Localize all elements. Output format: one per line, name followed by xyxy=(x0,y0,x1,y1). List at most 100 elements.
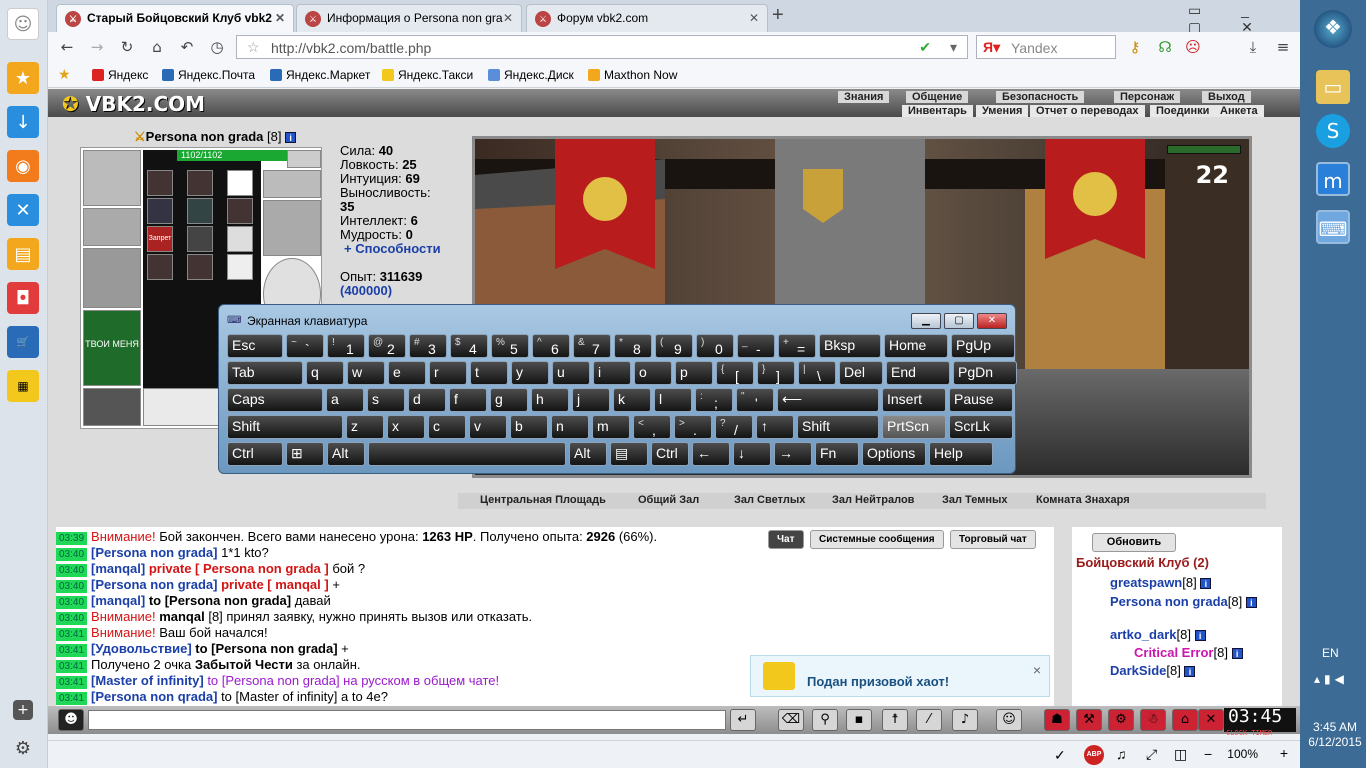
check-icon[interactable]: ✓ xyxy=(1054,747,1066,764)
online-user[interactable]: Critical Error[8] i xyxy=(1134,645,1243,660)
key[interactable]: Bksp xyxy=(819,334,881,358)
bookmark-yandex[interactable]: Яндекс xyxy=(92,68,148,82)
key[interactable]: ^ 6 xyxy=(532,334,570,358)
info-icon[interactable]: i xyxy=(1184,666,1196,677)
key[interactable]: Caps xyxy=(227,388,323,412)
key[interactable]: Alt xyxy=(327,442,365,466)
tray-icons[interactable]: ▴▮◀ xyxy=(1314,672,1348,686)
chat-nickname[interactable]: [Persona non grada] xyxy=(91,577,217,592)
ban-slot[interactable]: Запрет xyxy=(147,226,173,252)
refresh-button[interactable]: Обновить xyxy=(1092,533,1176,552)
window-controls[interactable]: ▭ _ ▢ ✕ xyxy=(1188,2,1300,36)
close-button[interactable]: ✕ xyxy=(977,313,1007,329)
key[interactable]: $4 xyxy=(450,334,488,358)
menu-communication[interactable]: Общение xyxy=(906,91,969,103)
menu-skills[interactable]: Умения xyxy=(976,105,1029,117)
menu-inventory[interactable]: Инвентарь xyxy=(902,105,973,117)
key[interactable]: v xyxy=(469,415,507,439)
key[interactable]: y xyxy=(511,361,549,385)
back-arrow-icon[interactable]: ← xyxy=(58,38,76,56)
menu-duels[interactable]: Поединки xyxy=(1150,105,1216,117)
chat-timestamp[interactable]: 03:41 xyxy=(56,644,88,657)
key[interactable]: q xyxy=(306,361,344,385)
adblock-face-icon[interactable]: ☹ xyxy=(1184,38,1202,56)
key[interactable]: Help xyxy=(929,442,993,466)
chat-nickname[interactable]: [manqal] xyxy=(91,593,145,608)
ring-slot-3[interactable] xyxy=(227,170,253,196)
key[interactable]: Insert xyxy=(882,388,946,412)
chat-timestamp[interactable]: 03:40 xyxy=(56,548,88,561)
key[interactable]: Tab xyxy=(227,361,303,385)
online-user[interactable]: DarkSide[8] i xyxy=(1110,663,1196,678)
close-tab-icon[interactable]: ✕ xyxy=(275,11,285,25)
toolbar-item-3-icon[interactable]: ⚙ xyxy=(1108,709,1134,731)
pants-slot[interactable] xyxy=(227,254,253,280)
scroll-slot-4[interactable] xyxy=(187,226,213,252)
notes-icon[interactable]: ▤ xyxy=(7,238,39,270)
send-enter-icon[interactable]: ↵ xyxy=(730,709,756,731)
necklace-slot[interactable] xyxy=(263,170,321,198)
smiley-icon[interactable]: ☺ xyxy=(7,8,39,40)
zoom-in-icon[interactable]: + xyxy=(1280,745,1288,761)
key[interactable]: PgDn xyxy=(953,361,1017,385)
chat-timestamp[interactable]: 03:40 xyxy=(56,580,88,593)
key[interactable]: s xyxy=(367,388,405,412)
key[interactable]: → xyxy=(774,442,812,466)
room-neutral-hall[interactable]: Зал Нейтралов xyxy=(832,494,914,506)
key[interactable]: ⟵ xyxy=(777,388,879,412)
bookmark-star-icon[interactable]: ☆ xyxy=(247,39,260,56)
key[interactable]: k xyxy=(613,388,651,412)
maximize-button[interactable]: ▢ xyxy=(944,313,974,329)
key[interactable]: + = xyxy=(778,334,816,358)
fight-icon[interactable]: ☨ xyxy=(882,709,908,731)
key[interactable]: Pause xyxy=(949,388,1013,412)
tab-vbk2-battle[interactable]: ⚔ Старый Бойцовский Клуб vbk2 ✕ xyxy=(56,4,294,32)
key[interactable]: " ' xyxy=(736,388,774,412)
favorites-star-icon[interactable]: ★ xyxy=(7,62,39,94)
key[interactable]: ↓ xyxy=(733,442,771,466)
key[interactable]: }] xyxy=(757,361,795,385)
key[interactable]: Shift xyxy=(797,415,879,439)
key[interactable]: ) 0 xyxy=(696,334,734,358)
key[interactable]: @2 xyxy=(368,334,406,358)
chat-timestamp[interactable]: 03:41 xyxy=(56,628,88,641)
belt-slot[interactable] xyxy=(83,388,141,426)
key[interactable]: g xyxy=(490,388,528,412)
undo-close-icon[interactable]: ↶ xyxy=(178,38,196,56)
key[interactable]: e xyxy=(388,361,426,385)
key[interactable]: Ctrl xyxy=(651,442,689,466)
bracers-slot[interactable] xyxy=(83,208,141,246)
key[interactable]: p xyxy=(675,361,713,385)
key[interactable]: z xyxy=(346,415,384,439)
key[interactable]: Shift xyxy=(227,415,343,439)
chat-timestamp[interactable]: 03:39 xyxy=(56,532,88,545)
reload-icon[interactable]: ↻ xyxy=(118,38,136,56)
key[interactable]: j xyxy=(572,388,610,412)
download-manager-icon[interactable]: ⤓ xyxy=(1244,38,1262,56)
key[interactable]: #3 xyxy=(409,334,447,358)
scroll-slot-6[interactable] xyxy=(147,254,173,280)
key[interactable]: <, xyxy=(633,415,671,439)
zoom-out-icon[interactable]: − xyxy=(1204,746,1212,762)
key[interactable]: Fn xyxy=(815,442,859,466)
key[interactable]: {[ xyxy=(716,361,754,385)
ring-slot-2[interactable] xyxy=(187,170,213,196)
key[interactable]: _ - xyxy=(737,334,775,358)
save-disk-icon[interactable]: ▪ xyxy=(846,709,872,731)
games-icon[interactable]: ◘ xyxy=(7,282,39,314)
zoom-level[interactable]: 100% xyxy=(1227,747,1258,761)
menu-hamburger-icon[interactable]: ≡ xyxy=(1274,38,1292,56)
tab-trade-chat[interactable]: Торговый чат xyxy=(950,530,1036,549)
bookmark-maxthon-now[interactable]: Maxthon Now xyxy=(588,68,677,82)
toolbar-item-1-icon[interactable]: ☗ xyxy=(1044,709,1070,731)
input-language[interactable]: EN xyxy=(1322,646,1339,660)
key[interactable]: (9 xyxy=(655,334,693,358)
taxi-icon[interactable]: ▦ xyxy=(7,370,39,402)
weapon-slot[interactable] xyxy=(83,248,141,308)
helmet-slot[interactable] xyxy=(83,150,141,206)
tab-chat[interactable]: Чат xyxy=(768,530,804,549)
start-button[interactable]: ❖ xyxy=(1314,10,1352,48)
fullscreen-icon[interactable]: ⤢ xyxy=(1146,746,1157,763)
room-light-hall[interactable]: Зал Светлых xyxy=(734,494,805,506)
address-bar[interactable]: ☆ http://vbk2.com/battle.php ✔ ▾ xyxy=(236,35,968,59)
